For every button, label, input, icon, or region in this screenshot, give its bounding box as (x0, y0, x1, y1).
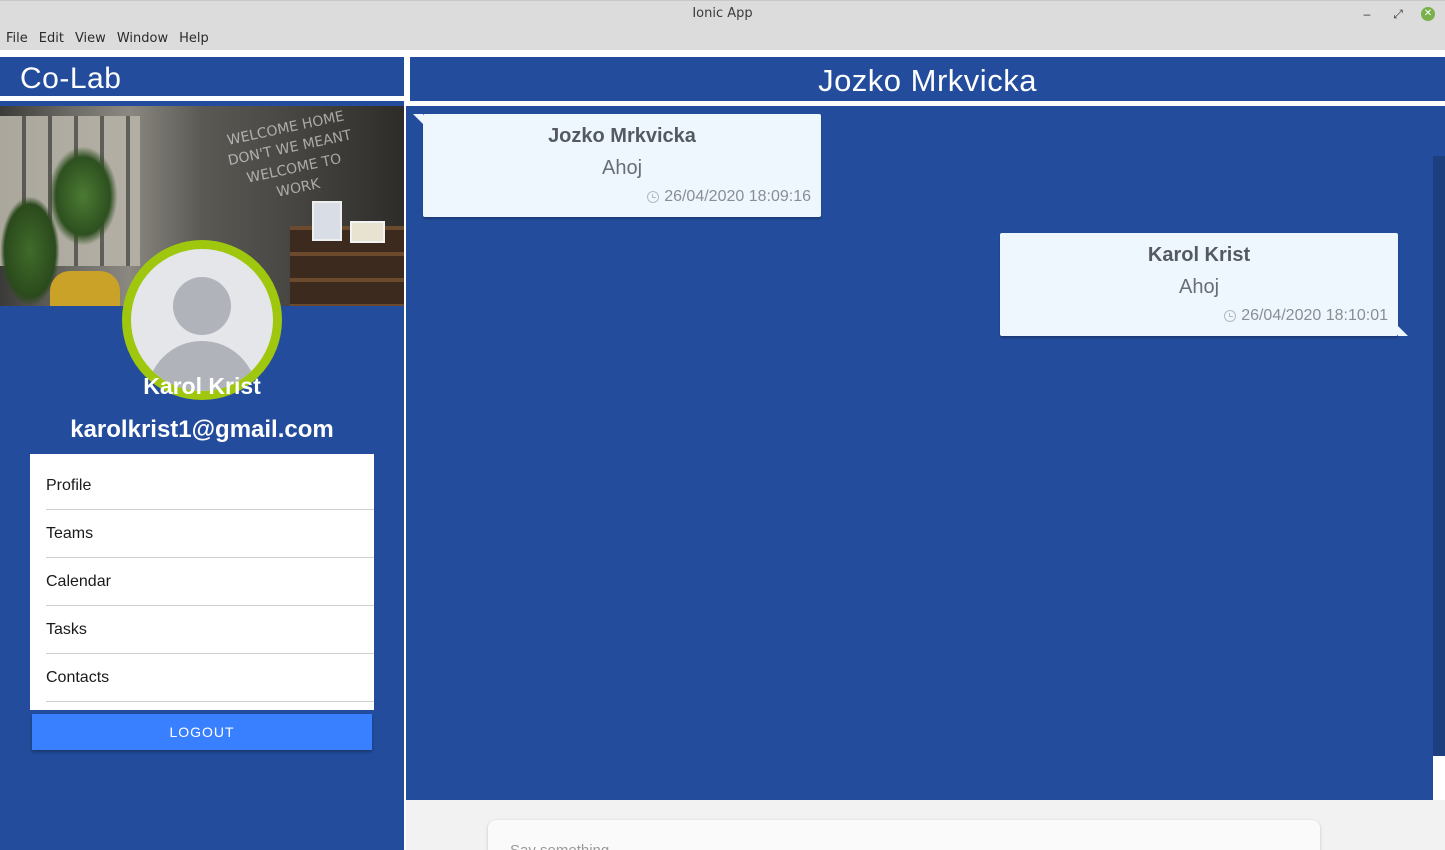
menu-edit[interactable]: Edit (39, 31, 64, 46)
side-menu: Co-Lab WELCOME HOME DON'T WE MEANT WELCOME… (0, 50, 404, 850)
cover-frame (350, 221, 385, 243)
cover-frame (312, 201, 342, 241)
maximize-icon[interactable]: ⤢ (1389, 5, 1407, 23)
avatar-head (173, 277, 231, 335)
message-bubble: Jozko Mrkvicka Ahoj 26/04/2020 18:09:16 (413, 114, 821, 217)
logout-button[interactable]: LOGOUT (32, 714, 372, 750)
side-top-gap (0, 50, 404, 57)
close-icon: ✕ (1421, 7, 1435, 21)
message-input-box[interactable] (488, 820, 1320, 850)
menu-item-profile[interactable]: Profile (46, 462, 374, 510)
menu-item-contacts[interactable]: Contacts (46, 654, 374, 702)
cover-shelf (290, 226, 404, 306)
chat-header: Jozko Mrkvicka (406, 57, 1445, 101)
menu-list: Profile Teams Calendar Tasks Contacts (30, 454, 374, 710)
chat-scrollbar[interactable] (1433, 106, 1445, 756)
menu-item-teams[interactable]: Teams (46, 510, 374, 558)
app-title: Co-Lab (20, 62, 122, 95)
user-email: karolkrist1@gmail.com (70, 416, 334, 443)
window-titlebar: Ionic App – ⤢ ✕ (0, 0, 1445, 26)
cover-sofa (50, 271, 120, 306)
window-title: Ionic App (692, 6, 753, 21)
side-header: Co-Lab (0, 57, 404, 101)
message-time: 26/04/2020 18:09:16 (647, 188, 811, 206)
message-time: 26/04/2020 18:10:01 (1224, 307, 1388, 325)
message-timestamp: 26/04/2020 18:09:16 (664, 188, 811, 205)
scrollbar-track-end (1433, 756, 1445, 800)
chat-title: Jozko Mrkvicka (818, 63, 1037, 98)
menu-file[interactable]: File (6, 31, 28, 46)
close-button[interactable]: ✕ (1419, 5, 1437, 23)
message-bubble: Karol Krist Ahoj 26/04/2020 18:10:01 (1000, 233, 1408, 336)
menu-item-calendar[interactable]: Calendar (46, 558, 374, 606)
message-sender: Jozko Mrkvicka (548, 125, 696, 147)
message-input[interactable] (510, 842, 1290, 850)
clock-icon (647, 191, 660, 203)
clock-icon (1224, 310, 1237, 322)
user-name: Karol Krist (143, 373, 261, 399)
message-timestamp: 26/04/2020 18:10:01 (1241, 307, 1388, 324)
message-text: Ahoj (1178, 276, 1220, 298)
cover-neon-sign: WELCOME HOME DON'T WE MEANT WELCOME TO WOR… (215, 106, 369, 213)
menu-window[interactable]: Window (117, 31, 168, 46)
scrollbar-thumb[interactable] (1433, 106, 1445, 156)
message-sender: Karol Krist (1147, 244, 1251, 266)
menubar: File Edit View Window Help (0, 26, 1445, 50)
message-text: Ahoj (601, 157, 643, 179)
menu-view[interactable]: View (75, 31, 106, 46)
menu-help[interactable]: Help (179, 31, 209, 46)
minimize-icon[interactable]: – (1358, 5, 1376, 23)
menu-item-tasks[interactable]: Tasks (46, 606, 374, 654)
